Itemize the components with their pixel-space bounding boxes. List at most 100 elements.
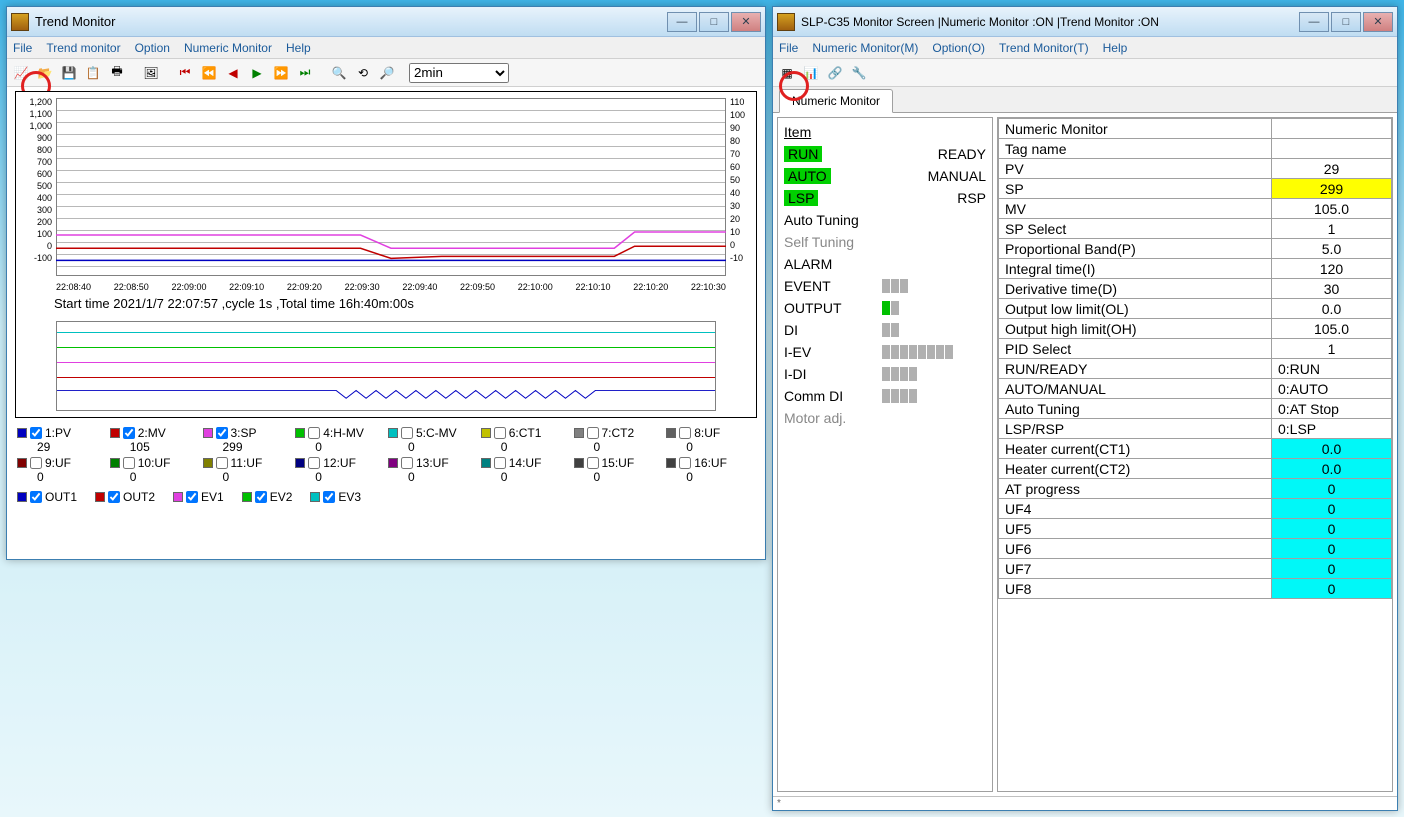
- param-value[interactable]: [1272, 119, 1392, 139]
- table-row[interactable]: Integral time(I)120: [999, 259, 1392, 279]
- table-row[interactable]: UF60: [999, 539, 1392, 559]
- link-icon[interactable]: 🔗: [825, 63, 845, 83]
- legend-item[interactable]: 1:PV29: [17, 426, 106, 454]
- legend-checkbox[interactable]: [255, 491, 267, 503]
- zoom-out-icon[interactable]: 🔍: [329, 63, 349, 83]
- param-value[interactable]: 105.0: [1272, 319, 1392, 339]
- param-value[interactable]: 0: [1272, 519, 1392, 539]
- legend-checkbox[interactable]: [679, 457, 691, 469]
- param-value[interactable]: 0:RUN: [1272, 359, 1392, 379]
- table-row[interactable]: AT progress0: [999, 479, 1392, 499]
- legend-item[interactable]: 14:UF0: [481, 456, 570, 484]
- legend-checkbox[interactable]: [108, 491, 120, 503]
- legend-checkbox[interactable]: [308, 427, 320, 439]
- menu-option[interactable]: Option: [135, 41, 170, 55]
- maximize-button[interactable]: □: [1331, 12, 1361, 32]
- param-value[interactable]: 30: [1272, 279, 1392, 299]
- legend-checkbox[interactable]: [30, 427, 42, 439]
- chart-icon[interactable]: 📊: [801, 63, 821, 83]
- menu-file[interactable]: File: [13, 41, 32, 55]
- legend-item[interactable]: 7:CT20: [574, 426, 663, 454]
- table-row[interactable]: PID Select1: [999, 339, 1392, 359]
- picture-icon[interactable]: 🖼: [141, 63, 161, 83]
- legend-item[interactable]: 3:SP299: [203, 426, 292, 454]
- menu-trend[interactable]: Trend monitor: [46, 41, 120, 55]
- param-value[interactable]: 105.0: [1272, 199, 1392, 219]
- numeric-table[interactable]: Numeric MonitorTag namePV29SP299MV105.0S…: [998, 118, 1392, 599]
- legend-checkbox[interactable]: [401, 457, 413, 469]
- legend-checkbox[interactable]: [30, 491, 42, 503]
- skip-end-icon[interactable]: ⏭: [295, 63, 315, 83]
- menu-help[interactable]: Help: [1103, 41, 1128, 55]
- zoom-reset-icon[interactable]: ⟲: [353, 63, 373, 83]
- table-row[interactable]: PV29: [999, 159, 1392, 179]
- table-row[interactable]: Proportional Band(P)5.0: [999, 239, 1392, 259]
- param-value[interactable]: 0:LSP: [1272, 419, 1392, 439]
- legend-item[interactable]: 6:CT10: [481, 426, 570, 454]
- minimize-button[interactable]: —: [1299, 12, 1329, 32]
- legend-item[interactable]: OUT1: [17, 490, 77, 504]
- legend-item[interactable]: EV3: [310, 490, 361, 504]
- legend-checkbox[interactable]: [494, 427, 506, 439]
- menu-trend[interactable]: Trend Monitor(T): [999, 41, 1089, 55]
- param-value[interactable]: 29: [1272, 159, 1392, 179]
- minimize-button[interactable]: —: [667, 12, 697, 32]
- menu-numeric[interactable]: Numeric Monitor(M): [812, 41, 918, 55]
- table-row[interactable]: Derivative time(D)30: [999, 279, 1392, 299]
- grid-icon[interactable]: ▦: [777, 63, 797, 83]
- legend-item[interactable]: 10:UF0: [110, 456, 199, 484]
- legend-checkbox[interactable]: [216, 457, 228, 469]
- legend-item[interactable]: 12:UF0: [295, 456, 384, 484]
- menu-numeric[interactable]: Numeric Monitor: [184, 41, 272, 55]
- main-chart[interactable]: 1,2001,1001,0009008007006005004003002001…: [15, 91, 757, 418]
- tool-icon[interactable]: 🔧: [849, 63, 869, 83]
- legend-checkbox[interactable]: [587, 427, 599, 439]
- param-value[interactable]: 0.0: [1272, 299, 1392, 319]
- step-fwd-icon[interactable]: ▶: [247, 63, 267, 83]
- print-icon[interactable]: 🖶: [107, 63, 127, 83]
- close-button[interactable]: ✕: [1363, 12, 1393, 32]
- legend-item[interactable]: 8:UF0: [666, 426, 755, 454]
- table-row[interactable]: Heater current(CT2)0.0: [999, 459, 1392, 479]
- overview-chart[interactable]: [56, 321, 716, 411]
- table-row[interactable]: Output low limit(OL)0.0: [999, 299, 1392, 319]
- param-value[interactable]: 0.0: [1272, 439, 1392, 459]
- table-row[interactable]: RUN/READY0:RUN: [999, 359, 1392, 379]
- chart-icon[interactable]: 📈: [11, 63, 31, 83]
- param-value[interactable]: 0: [1272, 539, 1392, 559]
- param-value[interactable]: 299: [1272, 179, 1392, 199]
- table-row[interactable]: SP Select1: [999, 219, 1392, 239]
- legend-item[interactable]: OUT2: [95, 490, 155, 504]
- param-value[interactable]: 0: [1272, 499, 1392, 519]
- legend-item[interactable]: 4:H-MV0: [295, 426, 384, 454]
- zoom-in-icon[interactable]: 🔎: [377, 63, 397, 83]
- legend-checkbox[interactable]: [123, 457, 135, 469]
- rewind-icon[interactable]: ⏪: [199, 63, 219, 83]
- param-value[interactable]: 0:AUTO: [1272, 379, 1392, 399]
- param-value[interactable]: [1272, 139, 1392, 159]
- export-icon[interactable]: 📋: [83, 63, 103, 83]
- param-value[interactable]: 120: [1272, 259, 1392, 279]
- table-row[interactable]: Tag name: [999, 139, 1392, 159]
- param-value[interactable]: 1: [1272, 339, 1392, 359]
- param-value[interactable]: 1: [1272, 219, 1392, 239]
- tab-numeric-monitor[interactable]: Numeric Monitor: [779, 89, 893, 113]
- legend-item[interactable]: EV1: [173, 490, 224, 504]
- table-row[interactable]: Numeric Monitor: [999, 119, 1392, 139]
- table-row[interactable]: UF40: [999, 499, 1392, 519]
- open-icon[interactable]: 📂: [35, 63, 55, 83]
- close-button[interactable]: ✕: [731, 12, 761, 32]
- legend-checkbox[interactable]: [679, 427, 691, 439]
- titlebar[interactable]: Trend Monitor — □ ✕: [7, 7, 765, 37]
- param-value[interactable]: 5.0: [1272, 239, 1392, 259]
- skip-start-icon[interactable]: ⏮: [175, 63, 195, 83]
- param-value[interactable]: 0: [1272, 479, 1392, 499]
- table-row[interactable]: MV105.0: [999, 199, 1392, 219]
- titlebar[interactable]: SLP-C35 Monitor Screen |Numeric Monitor …: [773, 7, 1397, 37]
- table-row[interactable]: LSP/RSP0:LSP: [999, 419, 1392, 439]
- maximize-button[interactable]: □: [699, 12, 729, 32]
- legend-checkbox[interactable]: [401, 427, 413, 439]
- menu-file[interactable]: File: [779, 41, 798, 55]
- param-value[interactable]: 0.0: [1272, 459, 1392, 479]
- legend-checkbox[interactable]: [308, 457, 320, 469]
